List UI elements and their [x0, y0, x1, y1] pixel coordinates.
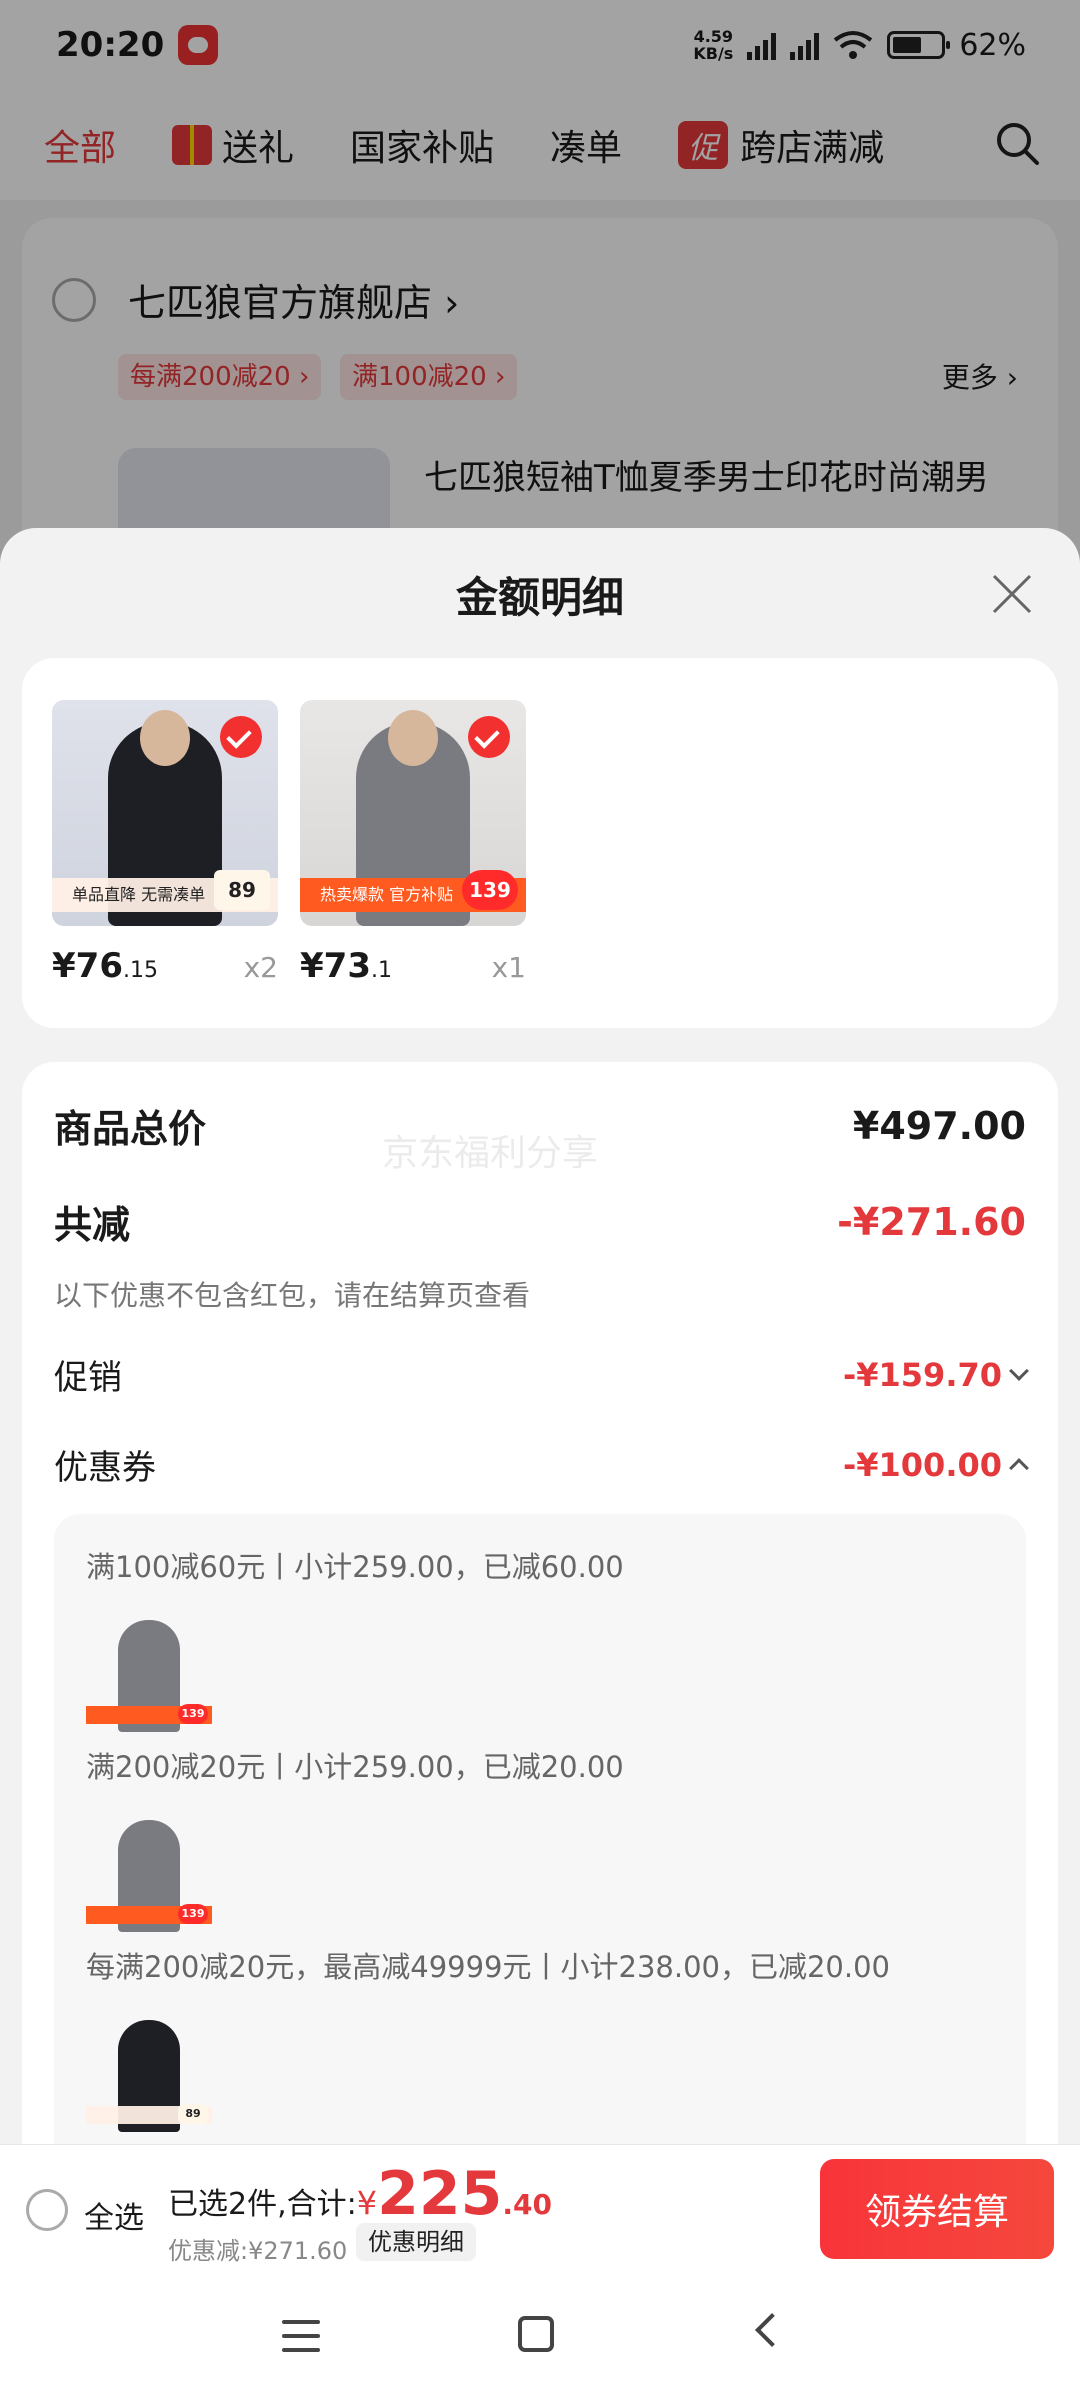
coupon-line: 满200减20元丨小计259.00，已减20.00 [86, 1750, 624, 1784]
product-quantity: x2 [243, 951, 278, 984]
coupon-product-thumbnail: 139 [86, 1806, 212, 1932]
product-image: 单品直降 无需凑单 89 [52, 700, 278, 926]
discount-detail-button[interactable]: 优惠明细 [356, 2223, 476, 2261]
product-price: ¥73.1 [300, 946, 392, 986]
product-quantity: x1 [491, 951, 526, 984]
promo-row[interactable]: 促销 -¥159.70 [54, 1350, 1029, 1399]
chevron-down-icon [1009, 1360, 1029, 1381]
selected-products-card: 单品直降 无需凑单 89 ¥76.15 x2 热卖爆款 官方补贴 139 ¥73… [22, 658, 1058, 1028]
back-icon[interactable] [755, 2313, 789, 2347]
selected-product[interactable]: 热卖爆款 官方补贴 139 ¥73.1 x1 [300, 700, 526, 986]
checkout-bar: 全选 已选2件,合计: ¥ 225 .40 优惠减:¥271.60 优惠明细 领… [0, 2144, 1080, 2274]
promo-value: -¥159.70 [842, 1355, 1002, 1394]
select-all-radio[interactable] [26, 2189, 68, 2231]
chevron-up-icon [1009, 1457, 1029, 1478]
home-icon[interactable] [518, 2316, 554, 2352]
coupon-line: 满100减60元丨小计259.00，已减60.00 [86, 1550, 624, 1584]
cart-total: 已选2件,合计: ¥ 225 .40 [168, 2159, 552, 2229]
checked-icon [220, 716, 262, 758]
coupon-line: 每满200减20元，最高减49999元丨小计238.00，已减20.00 [86, 1950, 891, 1984]
total-value: ¥497.00 [852, 1103, 1026, 1148]
select-all-label[interactable]: 全选 [84, 2193, 144, 2237]
total-row: 商品总价 ¥497.00 [54, 1103, 1026, 1152]
checkout-button[interactable]: 领券结算 [820, 2159, 1054, 2259]
selected-product[interactable]: 单品直降 无需凑单 89 ¥76.15 x2 [52, 700, 278, 986]
close-icon[interactable] [988, 570, 1036, 618]
sheet-title: 金额明细 [455, 573, 624, 622]
coupon-product-thumbnail: 139 [86, 1606, 212, 1732]
product-image: 热卖爆款 官方补贴 139 [300, 700, 526, 926]
coupon-value: -¥100.00 [842, 1445, 1002, 1484]
reduce-value: -¥271.60 [837, 1199, 1026, 1244]
amount-detail-sheet: 金额明细 单品直降 无需凑单 89 ¥76.15 x2 热卖爆款 官方补贴 13… [0, 528, 1080, 2400]
reduce-note: 以下优惠不包含红包，请在结算页查看 [54, 1279, 531, 1312]
checked-icon [468, 716, 510, 758]
recent-apps-icon[interactable] [282, 2320, 320, 2352]
product-price: ¥76.15 [52, 946, 158, 986]
reduce-row: 共减 -¥271.60 [54, 1199, 1026, 1248]
saved-amount: 优惠减:¥271.60 [168, 2237, 348, 2265]
coupon-product-thumbnail: 89 [86, 2006, 212, 2132]
system-nav-bar [0, 2274, 1080, 2400]
coupon-row[interactable]: 优惠券 -¥100.00 [54, 1440, 1029, 1489]
